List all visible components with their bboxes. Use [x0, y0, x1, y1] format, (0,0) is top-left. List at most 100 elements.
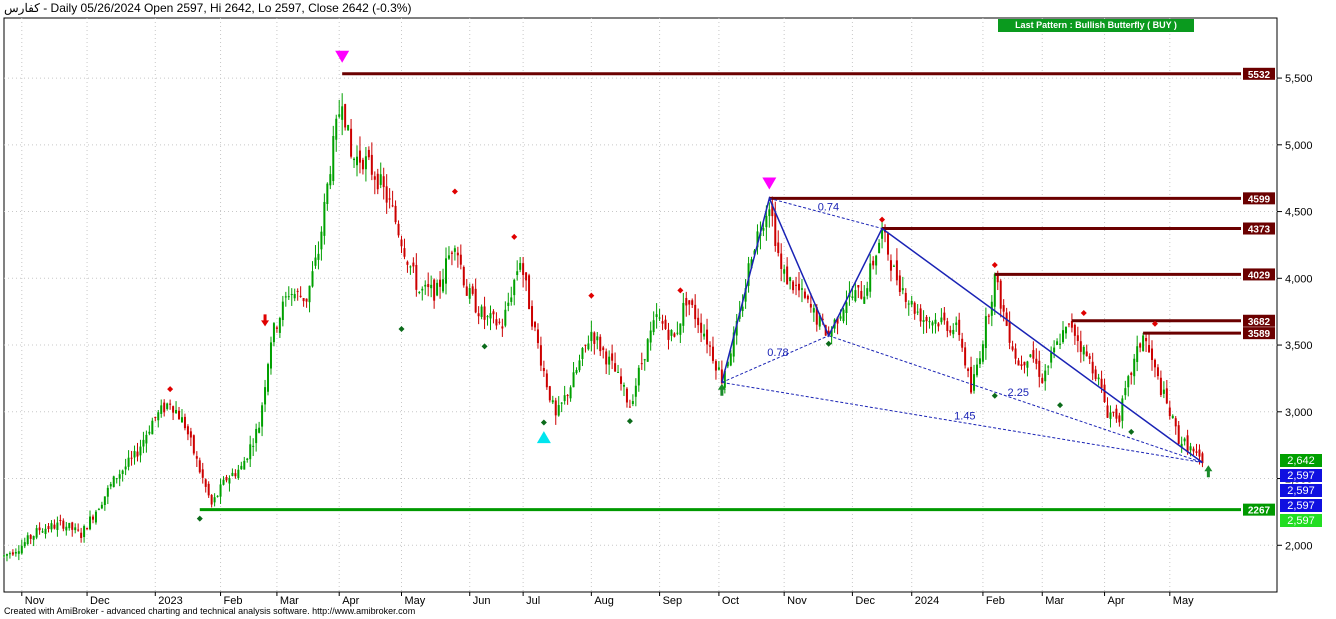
candle-body: [839, 316, 842, 319]
candle-body: [575, 369, 578, 374]
candle-body: [160, 405, 163, 414]
candle-body: [1127, 376, 1130, 388]
candle-body: [299, 295, 302, 297]
x-tick-label: Jul: [526, 595, 540, 607]
candle-body: [1198, 449, 1201, 457]
candle-body: [800, 288, 803, 290]
candle-body: [38, 527, 41, 531]
candle-body: [3, 555, 5, 557]
candle-body: [1124, 388, 1127, 396]
candle-body: [910, 300, 913, 305]
candle-body: [1094, 369, 1097, 380]
candle-body: [1056, 341, 1059, 345]
candle-body: [809, 303, 812, 308]
candle-body: [163, 402, 166, 413]
candle-body: [240, 465, 243, 470]
candle-body: [634, 385, 637, 397]
candle-body: [412, 262, 415, 267]
candle-body: [124, 466, 127, 470]
candle-body: [406, 261, 409, 265]
candle-body: [145, 434, 148, 444]
candle-body: [80, 532, 83, 538]
candle-body: [474, 288, 477, 313]
candle-body: [323, 201, 326, 236]
candle-body: [765, 215, 768, 228]
candle-body: [1171, 415, 1174, 418]
candle-body: [717, 367, 720, 370]
candle-body: [1014, 348, 1017, 359]
candle-body: [91, 516, 94, 520]
candle-body: [970, 366, 973, 393]
candle-body: [1151, 348, 1154, 360]
candle-body: [688, 300, 691, 305]
candle-body: [201, 469, 204, 478]
candle-body: [664, 319, 667, 329]
candle-body: [103, 496, 106, 505]
candle-body: [898, 275, 901, 292]
candle-body: [711, 346, 714, 361]
candle-body: [1023, 361, 1026, 366]
candle-body: [415, 264, 418, 290]
price-chart[interactable]: 2,0002,5003,0003,5004,0004,5005,0005,500…: [0, 0, 1336, 619]
candle-body: [180, 417, 183, 423]
candle-body: [919, 308, 922, 322]
candle-body: [655, 314, 658, 318]
candle-body: [542, 367, 545, 372]
candle-body: [272, 323, 275, 343]
candle-body: [1112, 411, 1115, 413]
candle-body: [47, 526, 50, 530]
candle-body: [41, 531, 44, 533]
candle-body: [465, 286, 468, 296]
candle-body: [682, 302, 685, 326]
candle-body: [694, 304, 697, 320]
candle-body: [207, 483, 210, 496]
candle-body: [338, 114, 341, 117]
axis-value-tag-label: 2,642: [1287, 455, 1315, 467]
candle-body: [376, 173, 379, 190]
candle-body: [981, 344, 984, 362]
candle-body: [462, 266, 465, 286]
candle-body: [317, 253, 320, 260]
candle-body: [498, 321, 501, 323]
level-tag-label: 3589: [1248, 329, 1271, 340]
candle-body: [83, 526, 86, 538]
candle-body: [1139, 343, 1142, 348]
candle-body: [397, 223, 400, 236]
candle-body: [468, 288, 471, 299]
candle-body: [1145, 338, 1148, 342]
candle-body: [916, 311, 919, 313]
candle-body: [1079, 341, 1082, 352]
candle-body: [252, 445, 255, 447]
candle-body: [169, 403, 172, 405]
candle-body: [370, 154, 373, 175]
candle-body: [792, 281, 795, 291]
candle-body: [863, 296, 866, 304]
candle-body: [89, 516, 92, 530]
candle-body: [703, 333, 706, 337]
pattern-ratio-label: 1.45: [954, 410, 975, 422]
x-tick-label: Mar: [1045, 595, 1064, 607]
x-tick-label: Feb: [986, 595, 1005, 607]
candle-body: [593, 332, 596, 344]
candle-body: [1159, 377, 1162, 395]
y-tick-label: 5,500: [1285, 73, 1313, 85]
candle-body: [367, 149, 370, 158]
candle-body: [151, 420, 154, 435]
footer-credit: Created with AmiBroker - advanced charti…: [4, 606, 416, 616]
candle-body: [1035, 358, 1038, 364]
candle-body: [26, 535, 29, 545]
candle-body: [795, 284, 798, 286]
pattern-badge: Last Pattern : Bullish Butterfly ( BUY ): [998, 19, 1194, 32]
candle-body: [854, 290, 857, 302]
candle-body: [955, 322, 958, 325]
candle-body: [183, 416, 186, 429]
candle-body: [154, 416, 157, 418]
candle-body: [341, 106, 344, 120]
candle-body: [1082, 346, 1085, 355]
candle-body: [578, 360, 581, 371]
axis-value-tag-label: 2,597: [1287, 515, 1315, 527]
candle-body: [658, 317, 661, 319]
pattern-ratio-label: 0.74: [818, 201, 839, 213]
candle-body: [281, 301, 284, 320]
candle-body: [424, 284, 427, 287]
